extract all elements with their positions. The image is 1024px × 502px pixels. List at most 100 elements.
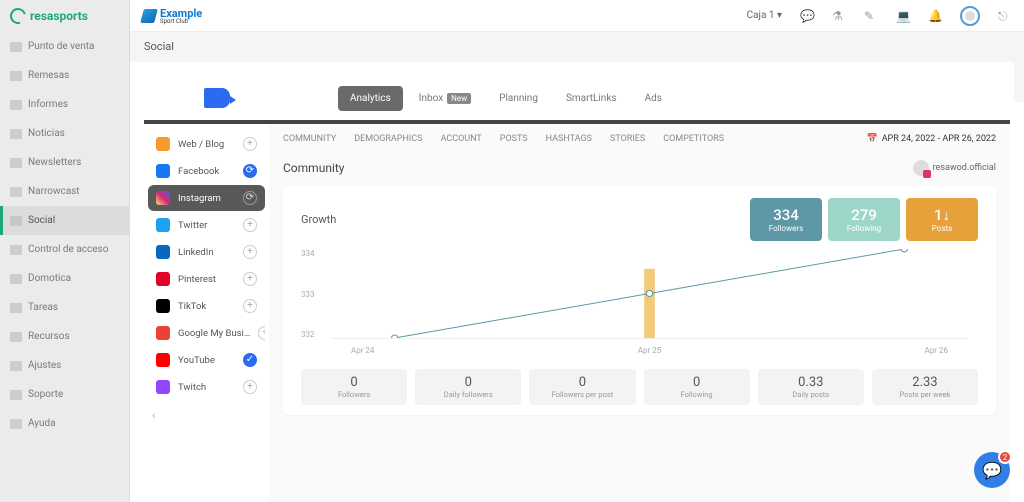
connected-icon[interactable]: ⟳ <box>243 191 257 205</box>
y-tick: 332 <box>301 330 315 339</box>
help-icon <box>10 419 22 429</box>
sidebar-item-newsletters[interactable]: Newsletters <box>0 148 129 177</box>
sidebar-item-remesas[interactable]: Remesas <box>0 61 129 90</box>
subtab-competitors[interactable]: COMPETITORS <box>663 134 724 144</box>
add-icon[interactable]: + <box>243 380 257 394</box>
add-icon[interactable]: + <box>243 245 257 259</box>
social-label: Google My Busi… <box>178 328 250 339</box>
sidebar-item-tareas[interactable]: Tareas <box>0 293 129 322</box>
account-tag[interactable]: resawod.official <box>913 160 996 176</box>
tab-label: Inbox <box>419 93 443 104</box>
social-item-twitch[interactable]: Twitch + <box>148 374 265 400</box>
mini-label: Followers per post <box>533 390 631 399</box>
chat-icon[interactable]: 💬 <box>800 9 814 23</box>
social-item-facebook[interactable]: Facebook⟳ <box>148 158 265 184</box>
chat-widget[interactable]: 💬 2 <box>974 452 1010 488</box>
news-icon <box>10 129 22 139</box>
subtab-community[interactable]: COMMUNITY <box>283 134 336 144</box>
sidebar-item-informes[interactable]: Informes <box>0 90 129 119</box>
sidebar-item-noticias[interactable]: Noticias <box>0 119 129 148</box>
add-icon[interactable]: + <box>243 299 257 313</box>
pencil-icon[interactable]: ✎ <box>864 9 878 23</box>
sidebar-item-ajustes[interactable]: Ajustes <box>0 351 129 380</box>
pos-icon <box>10 42 22 52</box>
mini-followers: 0Followers <box>301 369 407 405</box>
social-label: Twitter <box>178 220 207 231</box>
mini-label: Following <box>648 390 746 399</box>
sidebar-item-label: Control de acceso <box>28 244 108 255</box>
social-item-youtube[interactable]: YouTube ✓ <box>148 347 265 373</box>
sidebar-item-recursos[interactable]: Recursos <box>0 322 129 351</box>
mini-posts-per-week: 2.33Posts per week <box>872 369 978 405</box>
nav-tabs: Analytics InboxNew Planning SmartLinks A… <box>338 86 674 111</box>
flask-icon[interactable]: ⚗ <box>832 9 846 23</box>
scrollbar[interactable] <box>1014 62 1024 502</box>
add-icon[interactable]: + <box>243 272 257 286</box>
sidebar-item-social[interactable]: Social <box>0 206 129 235</box>
access-icon <box>10 245 22 255</box>
calendar-icon: 📅 <box>866 134 877 144</box>
youtube-icon <box>156 353 170 367</box>
tab-inbox[interactable]: InboxNew <box>407 86 483 111</box>
bell-icon[interactable]: 🔔 <box>928 9 942 23</box>
subtab-hashtags[interactable]: HASHTAGS <box>546 134 592 144</box>
stat-followers[interactable]: 334Followers <box>750 198 822 241</box>
social-label: YouTube <box>178 355 215 366</box>
stat-value: 1↓ <box>910 206 974 224</box>
social-item-gmb[interactable]: Google My Busi… + <box>148 320 265 346</box>
subtab-demographics[interactable]: DEMOGRAPHICS <box>354 134 422 144</box>
sidebar-item-soporte[interactable]: Soporte <box>0 380 129 409</box>
stat-following[interactable]: 279Following <box>828 198 900 241</box>
social-item-pinterest[interactable]: Pinterest+ <box>148 266 265 292</box>
sidebar-item-punto-de-venta[interactable]: Punto de venta <box>0 32 129 61</box>
x-tick: Apr 25 <box>638 346 661 355</box>
sidebar-item-label: Noticias <box>28 128 65 139</box>
subtab-account[interactable]: ACCOUNT <box>441 134 482 144</box>
sidebar-item-ayuda[interactable]: Ayuda <box>0 409 129 438</box>
sidebar-item-label: Ajustes <box>28 360 61 371</box>
social-item-twitter[interactable]: Twitter + <box>148 212 265 238</box>
connected-icon[interactable]: ⟳ <box>243 164 257 178</box>
sidebar-item-label: Narrowcast <box>28 186 80 197</box>
logout-icon[interactable]: ⎋ <box>998 9 1012 23</box>
social-label: Twitch <box>178 382 206 393</box>
subtab-posts[interactable]: POSTS <box>500 134 528 144</box>
chat-badge: 2 <box>998 450 1012 464</box>
date-range-label: APR 24, 2022 - APR 26, 2022 <box>882 134 996 144</box>
sidebar-item-control-acceso[interactable]: Control de acceso <box>0 235 129 264</box>
mini-label: Followers <box>305 390 403 399</box>
add-icon[interactable]: + <box>258 326 265 340</box>
social-item-tiktok[interactable]: TikTok+ <box>148 293 265 319</box>
tab-smartlinks[interactable]: SmartLinks <box>554 86 629 111</box>
avatar[interactable] <box>960 6 980 26</box>
laptop-icon[interactable]: 💻 <box>896 9 910 23</box>
social-item-web[interactable]: Web / Blog+ <box>148 131 265 157</box>
growth-chart: 334 333 332 Apr 24 <box>301 249 978 359</box>
sidebar-item-narrowcast[interactable]: Narrowcast <box>0 177 129 206</box>
tab-ads[interactable]: Ads <box>633 86 674 111</box>
stat-posts[interactable]: 1↓Posts <box>906 198 978 241</box>
add-icon[interactable]: + <box>243 137 257 151</box>
linkedin-icon <box>156 245 170 259</box>
settings-icon <box>10 361 22 371</box>
tab-planning[interactable]: Planning <box>487 86 550 111</box>
subtab-stories[interactable]: STORIES <box>610 134 645 144</box>
tab-label: SmartLinks <box>566 93 617 104</box>
connected-icon[interactable]: ✓ <box>243 353 257 367</box>
add-icon[interactable]: + <box>243 218 257 232</box>
social-item-instagram[interactable]: Instagram⟳ <box>148 185 265 211</box>
brand-logo[interactable]: resasports <box>0 0 129 32</box>
main-content: Analytics InboxNew Planning SmartLinks A… <box>130 62 1024 502</box>
sidebar-item-label: Soporte <box>28 389 63 400</box>
social-item-linkedin[interactable]: LinkedIn+ <box>148 239 265 265</box>
chat-bubble-icon: 💬 <box>982 461 1002 480</box>
collapse-icon[interactable]: ‹ <box>144 401 269 430</box>
date-range-picker[interactable]: 📅 APR 24, 2022 - APR 26, 2022 <box>866 134 996 144</box>
metricool-logo-icon <box>204 88 230 108</box>
register-dropdown[interactable]: Caja 1 ▾ <box>747 10 782 21</box>
sidebar-item-domotica[interactable]: Domotica <box>0 264 129 293</box>
mini-daily-posts: 0.33Daily posts <box>758 369 864 405</box>
mini-value: 2.33 <box>876 375 974 390</box>
tab-analytics[interactable]: Analytics <box>338 86 403 111</box>
club-logo[interactable]: ExampleSport Club <box>142 7 202 25</box>
